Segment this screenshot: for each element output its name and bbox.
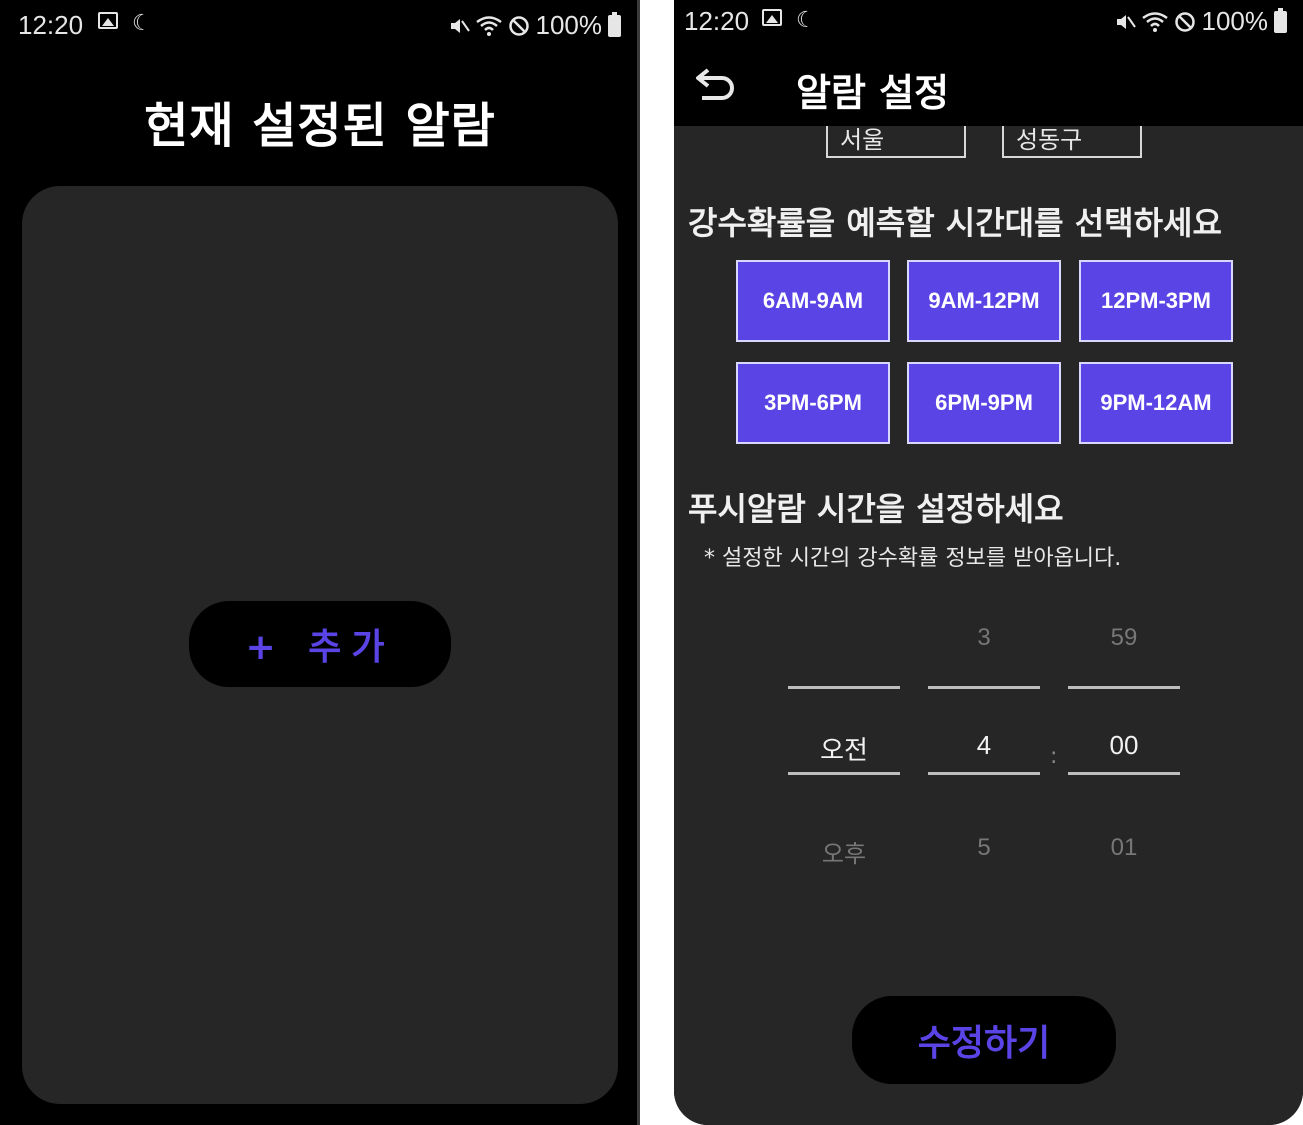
alarm-list-panel: + 추가 [22,186,618,1104]
push-alarm-heading: 푸시알람 시간을 설정하세요 [688,490,1064,528]
timeslot-button[interactable]: 3PM-6PM [736,362,890,444]
push-alarm-note: * 설정한 시간의 강수확률 정보를 받아옵니다. [704,546,1122,571]
edit-button[interactable]: 수정하기 [852,996,1116,1084]
picker-value-above[interactable]: 3 [928,624,1040,652]
picker-value-above[interactable]: 59 [1068,624,1180,652]
minute-picker[interactable]: 59 00 01 [1068,612,1180,892]
timeslot-button[interactable]: 9PM-12AM [1079,362,1233,444]
time-separator: : [1050,744,1058,769]
picker-value-below[interactable]: 오후 [788,834,900,869]
battery-percent: 100% [1201,6,1269,36]
blocked-icon [508,15,529,36]
wifi-icon [1141,11,1168,32]
page-title: 현재 설정된 알람 [144,98,496,154]
timeslot-button[interactable]: 6PM-9PM [907,362,1061,444]
settings-content: 서울 성동구 강수확률을 예측할 시간대를 선택하세요 6AM-9AM 9AM-… [674,126,1303,1125]
battery-icon [1274,7,1287,33]
back-arrow-icon[interactable] [694,62,738,106]
blocked-icon [1174,11,1195,32]
picker-value-below[interactable]: 01 [1068,834,1180,862]
region-district-select[interactable]: 성동구 [1002,126,1142,158]
status-right-icons: 100% [448,10,621,41]
battery-percent: 100% [535,10,603,40]
image-icon [98,12,118,29]
ampm-picker[interactable]: 오전 오후 [788,612,900,892]
moon-icon: ☾ [132,10,152,35]
status-time: 12:20 [18,10,84,40]
picker-divider [1068,686,1180,689]
status-left-icons: ☾ [98,12,152,34]
hour-picker[interactable]: 3 4 5 [928,612,1040,892]
picker-value-selected[interactable]: 4 [928,730,1040,761]
status-time: 12:20 [684,6,750,36]
timeslot-button[interactable]: 9AM-12PM [907,260,1061,342]
picker-divider [788,772,900,775]
status-bar: 12:20 ☾ 100% [0,0,637,48]
status-right-icons: 100% [1114,6,1287,37]
moon-icon: ☾ [796,7,816,32]
right-phone-screen: 12:20 ☾ 100% 알람 설정 서울 성동구 강수확률을 예측할 시간대를… [674,0,1303,1125]
mute-icon [1116,14,1136,29]
picker-value-selected[interactable]: 00 [1068,730,1180,761]
picker-value-selected[interactable]: 오전 [788,730,900,767]
status-bar: 12:20 ☾ 100% [674,0,1303,48]
mute-icon [450,18,470,33]
timeslot-heading: 강수확률을 예측할 시간대를 선택하세요 [688,204,1222,242]
timeslot-button[interactable]: 12PM-3PM [1079,260,1233,342]
wifi-icon [475,15,502,36]
left-phone-screen: 12:20 ☾ 100% 현재 설정된 알람 + 추가 [0,0,640,1125]
app-header: 알람 설정 [674,48,1303,126]
picker-divider [788,686,900,689]
page-title: 알람 설정 [796,71,950,115]
picker-divider [1068,772,1180,775]
picker-divider [928,686,1040,689]
region-city-select[interactable]: 서울 [826,126,966,158]
add-alarm-button[interactable]: + 추가 [189,601,451,687]
battery-icon [608,11,621,37]
status-left-icons: ☾ [762,9,816,31]
picker-divider [928,772,1040,775]
picker-value-below[interactable]: 5 [928,834,1040,862]
timeslot-button[interactable]: 6AM-9AM [736,260,890,342]
image-icon [762,9,782,26]
